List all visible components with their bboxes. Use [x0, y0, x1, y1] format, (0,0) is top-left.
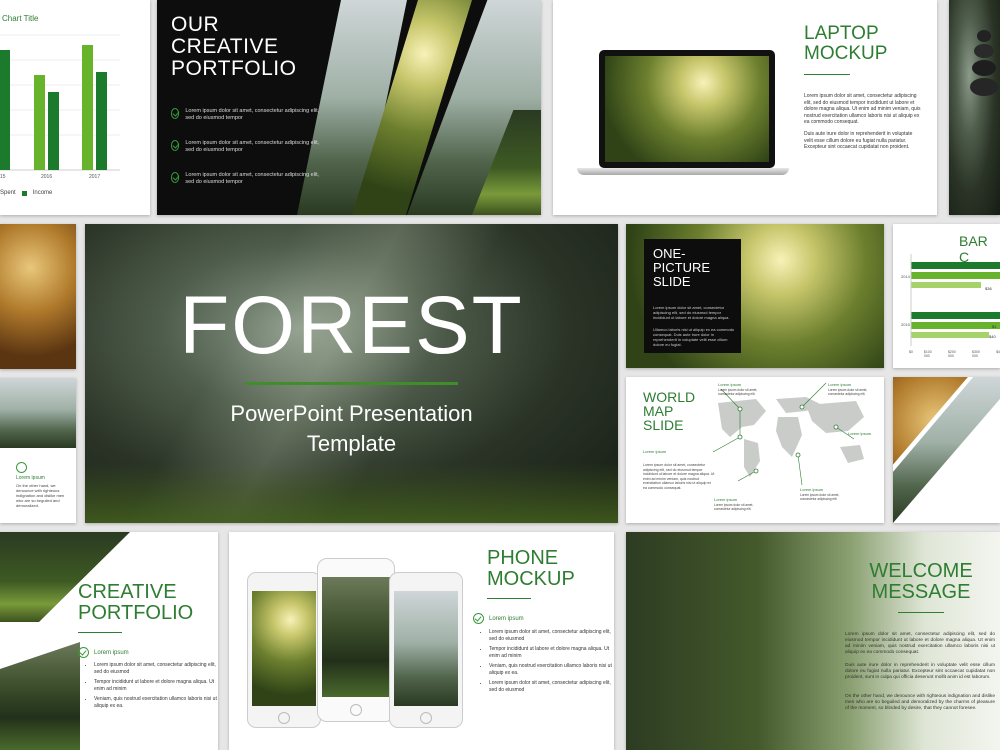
map-marker [737, 434, 743, 440]
year-label-2015: 15 [0, 174, 6, 180]
slide-bar-chart-partial[interactable]: Chart Title 15 2016 2017 Spent Income [0, 0, 150, 215]
map-marker [833, 424, 839, 430]
map-callout-label: Lorem ipsum [718, 382, 742, 387]
lorem-small-text: On the other hand, we denounce with righ… [16, 483, 65, 508]
phone-right [389, 572, 463, 728]
bar-2016-income [48, 92, 59, 170]
one-picture-title: ONE- PICTURE SLIDE [653, 246, 711, 289]
portfolio-item: Lorem ipsum dolor sit amet, consectetur … [171, 140, 321, 154]
welcome-para1: Lorem ipsum dolor sit amet, consectetur … [845, 632, 995, 655]
legend: Spent Income [0, 190, 52, 196]
bar-axis: $0 $100 000 $200 000 $300 000 $4 [909, 350, 1000, 358]
map-callout-label: Lorem ipsum [828, 382, 852, 387]
map-callout-text: Lorem ipsum dolor sit amet, consectetur … [828, 388, 868, 396]
laptop-title: LAPTOP MOCKUP [804, 23, 888, 64]
map-callout-text: Lorem ipsum dolor sit amet, consectetur … [714, 503, 754, 511]
legend-income: Income [32, 190, 53, 196]
hero-subtitle-2: Template [306, 431, 397, 456]
map-marker [795, 452, 801, 458]
hero-subtitle-1: PowerPoint Presentation [230, 401, 473, 426]
phone-center [317, 558, 395, 722]
slide-laptop-mockup[interactable]: LAPTOP MOCKUP Lorem ipsum dolor sit amet… [553, 0, 937, 215]
creative-title: CREATIVE PORTFOLIO [78, 581, 194, 624]
legend-swatch-income [21, 190, 27, 196]
portfolio-title: OUR CREATIVE PORTFOLIO [171, 13, 297, 80]
check-icon [473, 613, 484, 624]
map-callout-label: Lorem ipsum [848, 431, 872, 436]
map-callout-text: Lorem ipsum dolor sit amet, consectetur … [800, 493, 840, 501]
bar-2015-b [911, 322, 1000, 329]
title-divider [804, 74, 850, 75]
creative-check-row: Lorem ipsum [78, 647, 129, 658]
bar-2014-a [911, 262, 1000, 269]
laptop-para2: Duis aute irure dolor in reprehenderit i… [804, 131, 913, 150]
bar-value-label: $36 [985, 286, 992, 291]
lorem-small-photo [0, 378, 76, 448]
slide-phone-mockup[interactable]: PHONE MOCKUP Lorem ipsum Lorem ipsum dol… [229, 532, 614, 750]
slide-autumn-partial[interactable] [0, 224, 76, 369]
forest-floor [85, 463, 618, 523]
check-icon [78, 647, 89, 658]
welcome-title: WELCOME MESSAGE [869, 560, 973, 603]
legend-spent: Spent [0, 190, 16, 196]
check-icon [171, 172, 180, 183]
bar-2015-c [911, 332, 989, 338]
portfolio-photo-strip [297, 0, 541, 215]
phone-left [247, 572, 321, 728]
bar-value-label: $40 [989, 334, 996, 339]
creative-list: Lorem ipsum dolor sit amet, consectetur … [84, 662, 218, 713]
map-callout-label: Lorem ipsum [714, 497, 738, 502]
stone-stack [969, 30, 999, 180]
lorem-small-label: Lorem ipsum [16, 475, 45, 481]
map-callout-text: Lorem ipsum dolor sit amet, consectetur … [718, 388, 758, 396]
welcome-para3: On the other hand, we denounce with righ… [845, 694, 995, 711]
slide-diagonal-photos-partial[interactable] [893, 377, 1000, 523]
bar-2015-income [0, 50, 10, 170]
year-label-2017: 2017 [89, 174, 101, 180]
map-left-text: Lorem ipsum dolor sit amet, consectetur … [643, 463, 715, 490]
bar-value-label: $1 [992, 324, 997, 329]
slide-hero-forest[interactable]: FOREST PowerPoint Presentation Template [85, 224, 618, 523]
bar-2016-spent [34, 75, 45, 170]
bar-2015-a [911, 312, 1000, 319]
check-icon [171, 108, 180, 119]
bar-2017-income [96, 72, 107, 170]
slide-welcome-message[interactable]: WELCOME MESSAGE Lorem ipsum dolor sit am… [626, 532, 1000, 750]
sun-icon [16, 462, 27, 473]
map-callout-label: Lorem ipsum [800, 487, 824, 492]
welcome-para2: Duis aute irure dolor in reprehenderit i… [845, 663, 995, 680]
bar-2017-spent [82, 45, 93, 170]
bar-2014-b [911, 272, 1000, 279]
phone-list: Lorem ipsum dolor sit amet, consectetur … [479, 629, 613, 697]
map-marker [737, 406, 743, 412]
slide-our-creative-portfolio[interactable]: OUR CREATIVE PORTFOLIO Lorem ipsum dolor… [157, 0, 541, 215]
hero-title: FOREST [179, 280, 524, 371]
map-marker [753, 468, 759, 474]
slide-one-picture[interactable]: ONE- PICTURE SLIDE Lorem ipsum dolor sit… [626, 224, 884, 368]
slide-stones-partial[interactable] [949, 0, 1000, 215]
phone-title: PHONE MOCKUP [487, 547, 575, 590]
year-label-2016: 2016 [41, 174, 53, 180]
slide-lorem-small[interactable]: Lorem ipsum On the other hand, we denoun… [0, 378, 76, 523]
portfolio-item: Lorem ipsum dolor sit amet, consectetur … [171, 172, 321, 186]
laptop-image [577, 50, 789, 178]
horizontal-bars [910, 254, 1000, 346]
laptop-para1: Lorem ipsum dolor sit amet, consectetur … [804, 93, 921, 125]
bar-2014-c [911, 282, 981, 288]
bar-chart [0, 34, 120, 171]
map-marker [799, 404, 805, 410]
slide-bar-chart-horizontal[interactable]: BAR C 2014 2015 $36 $1 $40 $0 $100 000 $… [893, 224, 1000, 368]
phone-check-row: Lorem ipsum [473, 613, 524, 624]
hero-divider [245, 382, 458, 385]
check-icon [171, 140, 180, 151]
slide-creative-portfolio[interactable]: CREATIVE PORTFOLIO Lorem ipsum Lorem ips… [0, 532, 218, 750]
portfolio-item: Lorem ipsum dolor sit amet, consectetur … [171, 108, 321, 122]
slide-world-map[interactable]: WORLD MAP SLIDE Lorem ipsum Lorem ipsum … [626, 377, 884, 523]
map-callout-label: Lorem ipsum [643, 449, 667, 454]
one-picture-panel: ONE- PICTURE SLIDE Lorem ipsum dolor sit… [644, 239, 741, 353]
